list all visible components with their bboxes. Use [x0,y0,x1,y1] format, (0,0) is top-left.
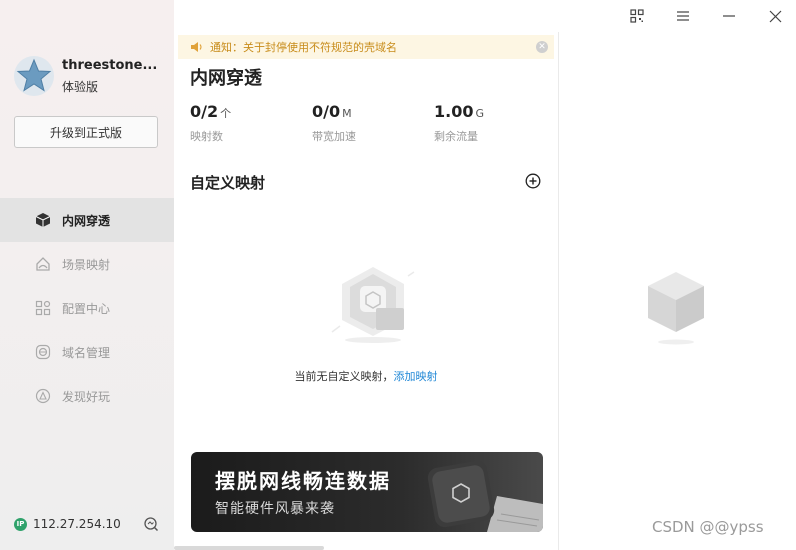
sidebar-item-scene[interactable]: 场景映射 [0,242,174,286]
discover-icon [34,387,52,405]
close-icon [769,10,781,22]
empty-state-message: 当前无自定义映射，添加映射 [174,368,558,384]
qr-code-button[interactable] [627,6,647,26]
domain-icon [34,343,52,361]
minimize-button[interactable] [719,6,739,26]
sidebar-item-label: 发现好玩 [62,389,111,404]
banner-title: 摆脱网线畅连数据 [215,469,391,493]
sidebar-item-discover[interactable]: 发现好玩 [0,374,174,418]
stat-value: 1.00 [434,102,474,121]
sidebar-item-domain[interactable]: 域名管理 [0,330,174,374]
stat-label: 带宽加速 [312,130,356,143]
refresh-search-icon[interactable] [143,516,159,532]
minimize-icon [723,15,735,17]
watermark: CSDN @@ypss [652,518,764,536]
stat-bandwidth: 0/0 M 带宽加速 [312,102,356,144]
stat-label: 剩余流量 [434,130,478,143]
stat-traffic: 1.00 G 剩余流量 [434,102,484,144]
stat-mappings: 0/2 个 映射数 [190,102,231,144]
config-grid-icon [34,299,52,317]
stat-value: 0/2 [190,102,219,121]
panel-divider [558,32,559,550]
stat-label: 映射数 [190,130,223,143]
hamburger-icon [677,11,689,21]
banner-subtitle: 智能硬件风暴来袭 [215,501,335,517]
sidebar-item-label: 配置中心 [62,301,111,316]
notice-bar[interactable]: 通知：关于封停使用不符规范的壳域名 ✕ [178,35,554,59]
ip-address: 112.27.254.10 [33,517,121,531]
empty-box-illustration [331,267,415,343]
stat-unit: 个 [220,107,232,120]
main-panel: 通知：关于封停使用不符规范的壳域名 ✕ 内网穿透 0/2 个 映射数 0/0 M 带… [174,32,558,550]
ip-badge-icon: IP [14,517,27,531]
close-button[interactable] [765,6,785,26]
hardware-device-icon [427,460,543,532]
cube-icon [34,211,52,229]
upgrade-button[interactable]: 升级到正式版 [14,116,158,148]
sidebar-item-intranet[interactable]: 内网穿透 [0,198,174,242]
add-mapping-icon[interactable] [525,173,541,189]
stat-unit: G [475,107,485,120]
star-avatar-icon[interactable] [13,55,55,97]
section-title: 自定义映射 [190,174,266,192]
plan-label: 体验版 [62,80,99,94]
empty-state-text: 当前无自定义映射， [294,370,394,383]
sidebar-nav: 内网穿透 场景映射 配置中心 域名管理 发现好玩 [0,198,174,418]
add-mapping-link[interactable]: 添加映射 [394,370,438,383]
username: threestone... [62,58,158,73]
sidebar-item-label: 内网穿透 [62,213,111,228]
notice-close-icon[interactable]: ✕ [536,41,548,53]
sidebar-item-config[interactable]: 配置中心 [0,286,174,330]
speaker-icon [191,42,202,52]
promo-banner[interactable]: 摆脱网线畅连数据 智能硬件风暴来袭 [191,452,543,532]
stat-value: 0/0 [312,102,341,121]
sidebar: threestone... 体验版 升级到正式版 内网穿透 场景映射 配置中心 … [0,0,174,550]
scene-icon [34,255,52,273]
menu-button[interactable] [673,6,693,26]
ip-status: IP 112.27.254.10 [14,517,121,531]
cube-placeholder-icon [648,272,704,345]
sidebar-item-label: 域名管理 [62,345,111,360]
stat-unit: M [342,107,352,120]
sidebar-item-label: 场景映射 [62,257,111,272]
horizontal-scrollbar[interactable] [174,546,324,550]
notice-text: 通知：关于封停使用不符规范的壳域名 [210,41,397,54]
page-title: 内网穿透 [190,68,262,89]
qr-code-icon [630,9,644,23]
